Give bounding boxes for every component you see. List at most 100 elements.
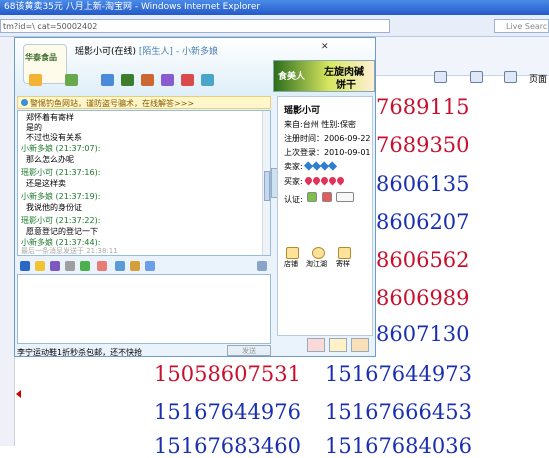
quick-reply-icon[interactable]	[145, 261, 155, 271]
message-text: 那么怎么办呢	[26, 155, 74, 164]
message-text: 不过也没有关系	[26, 133, 82, 142]
call-icon[interactable]	[141, 74, 154, 86]
diamond-icon	[328, 161, 338, 171]
ad-brand: 食美人	[278, 72, 306, 82]
phone-number: 8606207	[376, 210, 470, 234]
history-icon[interactable]	[130, 261, 140, 271]
settings-icon[interactable]	[257, 261, 267, 271]
more-icon[interactable]	[201, 74, 214, 86]
phone-number: 15167644976	[154, 400, 301, 424]
ad-subtitle: 饼干	[336, 80, 356, 91]
phone-number: 7689350	[376, 133, 470, 157]
page-left-margin	[0, 37, 15, 446]
chat-header: 华泰食品 瑶影小可(在线) [陌生人] - 小新多娘 ✕ 食美人 左旋肉碱 饼干	[15, 38, 375, 96]
screenshot-icon[interactable]	[65, 261, 75, 271]
left-arrow-icon[interactable]	[16, 390, 21, 398]
contacts-icon[interactable]	[101, 74, 114, 86]
send-button[interactable]: 发送	[227, 345, 271, 356]
buyer-rating: 买家:	[284, 175, 346, 187]
phone-number: 8607130	[376, 322, 470, 346]
gift-icon[interactable]	[97, 261, 107, 271]
command-bar	[376, 37, 549, 76]
info-icon	[21, 99, 28, 106]
profile-button-sample[interactable]: 寄样	[336, 259, 350, 269]
game-icon[interactable]	[161, 74, 174, 86]
video-icon[interactable]	[121, 74, 134, 86]
message-text: 郑怀着有寄样	[26, 113, 74, 122]
message-sender: 小新多娘 (21:37:07):	[21, 144, 101, 153]
seller-rating: 卖家:	[284, 161, 338, 172]
phone-number: 15058607531	[154, 362, 301, 386]
tab-shop-icon[interactable]	[307, 338, 325, 352]
chat-title: 瑶影小可(在线) [陌生人] - 小新多娘	[75, 44, 218, 57]
contact-profile-panel: 瑶影小可 来自:台州 性别:保密 注册时间：2006-09-22 上次登录：20…	[277, 96, 373, 336]
message-input[interactable]	[17, 274, 271, 344]
message-scrollbar[interactable]	[262, 111, 270, 255]
profile-auth: 认证:	[284, 192, 355, 205]
message-sender: 瑶影小可 (21:37:16):	[21, 168, 101, 177]
live-search-input[interactable]: Live Search	[494, 19, 549, 33]
chat-window: 华泰食品 瑶影小可(在线) [陌生人] - 小新多娘 ✕ 食美人 左旋肉碱 饼干…	[14, 37, 376, 357]
promo-link[interactable]: 李宁运动鞋1折秒杀包邮，还不快抢	[17, 347, 142, 358]
phone-number: 7689115	[376, 95, 470, 119]
verified-icon	[307, 192, 318, 202]
feeds-icon[interactable]	[470, 71, 483, 83]
address-bar-row: tm?id=\ cat=50002402 Live Search	[0, 15, 549, 37]
profile-last-login: 上次登录：2010-09-01	[284, 148, 371, 157]
profile-name: 瑶影小可	[284, 106, 321, 116]
contact-relation[interactable]: [陌生人]	[139, 47, 173, 57]
phone-number: 15167684036	[325, 434, 472, 458]
page-menu[interactable]: 页面	[529, 72, 547, 85]
message-text: 我说他的身份证	[26, 203, 82, 212]
phone-number: 15167666453	[325, 400, 472, 424]
tab-home-icon[interactable]	[351, 338, 369, 352]
image-icon[interactable]	[50, 261, 60, 271]
shop-icon[interactable]	[181, 74, 194, 86]
profile-button-store[interactable]: 店铺	[284, 259, 298, 269]
input-toolbar	[17, 258, 271, 274]
print-icon[interactable]	[504, 71, 517, 83]
sample-icon[interactable]	[338, 247, 351, 259]
share-icon[interactable]	[65, 74, 78, 86]
alipay-icon	[321, 192, 332, 202]
ad-banner[interactable]: 食美人 左旋肉碱 饼干	[273, 60, 375, 92]
seller-gems	[304, 161, 338, 171]
message-text: 是的	[26, 123, 42, 132]
title-separator: -	[175, 47, 180, 57]
tab-favorite-icon[interactable]	[329, 338, 347, 352]
emoji-icon[interactable]	[35, 261, 45, 271]
buyer-hearts	[303, 175, 346, 186]
message-sender: 瑶影小可 (21:37:22):	[21, 216, 101, 225]
phone-number: 8606562	[376, 248, 470, 272]
phone-number: 8606989	[376, 286, 470, 310]
profile-location: 来自:台州 性别:保密	[284, 120, 356, 129]
home-icon[interactable]	[434, 71, 447, 83]
profile-button-community[interactable]: 淘江湖	[306, 259, 327, 269]
last-message-time: 最后一条消息发送于 21:38:11	[21, 247, 118, 255]
address-input[interactable]: tm?id=\ cat=50002402	[0, 19, 390, 33]
certificate-icon	[336, 192, 355, 202]
heart-icon	[335, 175, 346, 186]
phone-number: 15167683460	[154, 434, 301, 458]
store-icon[interactable]	[286, 247, 299, 259]
security-notice[interactable]: 警惕钓鱼网站，谨防盗号骗术，在线解答>>>	[17, 96, 271, 109]
font-icon[interactable]	[20, 261, 30, 271]
panel-tabs	[307, 338, 373, 354]
window-controls: ✕	[321, 42, 333, 52]
message-history: 郑怀着有寄样 是的 不过也没有关系 小新多娘 (21:37:07): 那么怎么办…	[17, 110, 271, 256]
phone-number: 15167644973	[325, 362, 472, 386]
shake-icon[interactable]	[80, 261, 90, 271]
message-text: 愿意登记的登记一下	[26, 227, 98, 236]
scrollbar-thumb[interactable]	[264, 171, 270, 201]
message-text: 还是这样卖	[26, 179, 66, 188]
profile-registered: 注册时间：2006-09-22	[284, 134, 371, 143]
save-icon[interactable]	[115, 261, 125, 271]
message-sender: 小新多娘 (21:37:19):	[21, 192, 101, 201]
browser-title-bar: 68该黄卖35元 八月上新-淘宝网 - Windows Internet Exp…	[0, 0, 549, 15]
shop-logo-text: 华泰食品	[25, 53, 57, 62]
contact-name: 瑶影小可	[75, 47, 112, 57]
pin-icon[interactable]: ✕	[321, 42, 333, 52]
community-icon[interactable]	[312, 247, 325, 259]
contact-status: (在线)	[111, 47, 137, 57]
file-icon[interactable]	[29, 74, 42, 86]
